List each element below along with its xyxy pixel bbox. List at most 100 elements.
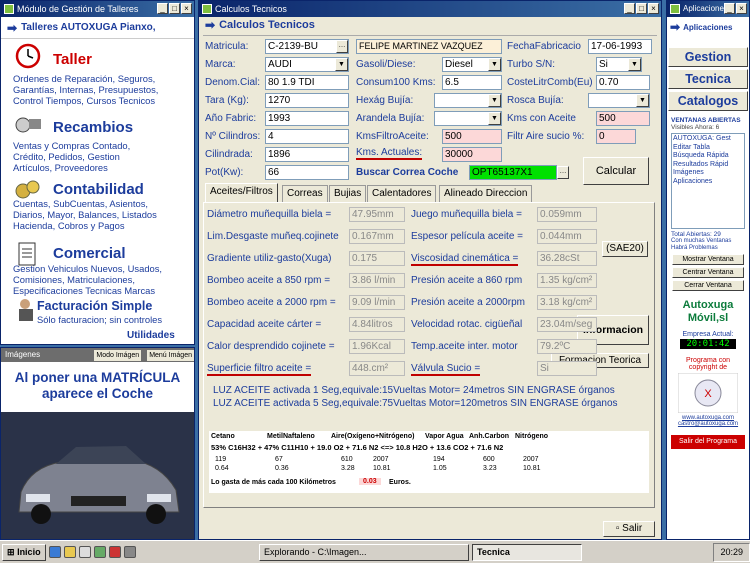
chevron-down-icon[interactable]: ▼ (488, 94, 501, 107)
ie-icon[interactable] (49, 546, 61, 558)
subtitle-text: Calculos Tecnicos (219, 19, 315, 31)
correa-search-field[interactable]: OPT65137X1 (469, 165, 557, 180)
kmsfiltro-field[interactable]: 500 (442, 129, 502, 144)
marca-select[interactable]: AUDI ▼ (265, 57, 349, 72)
arandela-label: Arandela Bujía: (356, 113, 425, 124)
chevron-down-icon[interactable]: ▼ (636, 94, 649, 107)
tab-calentadores[interactable]: Calentadores (367, 185, 437, 202)
kms-actuales-field[interactable]: 30000 (442, 147, 502, 162)
extra-cost-label: Lo gasta de más cada 100 Kilómetros (211, 479, 336, 486)
cilindrada-field[interactable]: 1896 (265, 147, 349, 162)
correa-lookup-button[interactable]: … (557, 166, 569, 179)
utilidades-link[interactable]: Utilidades (127, 330, 175, 341)
chevron-down-icon[interactable]: ▼ (488, 112, 501, 125)
mode-image-button[interactable]: Modo Imágen (94, 349, 142, 361)
images-window: Imágenes Modo Imágen Menú Imágen Al poner … (0, 347, 195, 540)
tab-bujias[interactable]: Bujias (329, 185, 367, 202)
clock-icon (15, 43, 41, 69)
divider (203, 35, 657, 36)
open-window-item[interactable]: Aplicaciones (673, 178, 743, 187)
sae-button[interactable]: (SAE20) (602, 241, 648, 257)
task-tecnica[interactable]: Tecnica (472, 543, 582, 561)
coste-field[interactable]: 0.70 (596, 75, 650, 90)
close-button[interactable]: × (181, 3, 192, 14)
maximize-button[interactable]: □ (169, 3, 180, 14)
minimize-button[interactable]: _ (724, 3, 735, 14)
oil-param-value: 23.04m/seg (537, 317, 597, 332)
desktop-icon[interactable] (79, 546, 91, 558)
open-window-item[interactable]: Búsqueda Rápida (673, 152, 743, 161)
modules-titlebar[interactable]: Módulo de Gestión de Talleres _ □ × (1, 1, 194, 17)
salir-programa-button[interactable]: Salir del Programa (671, 435, 745, 449)
hexag-select[interactable]: ▼ (434, 93, 502, 108)
module-title[interactable]: Recambios (53, 119, 133, 136)
anio-field[interactable]: 1993 (265, 111, 349, 126)
task-explorando[interactable]: Explorando - C:\Imagen... (259, 543, 469, 561)
kmsac-field[interactable]: 500 (596, 111, 650, 126)
chevron-down-icon[interactable]: ▼ (335, 58, 348, 71)
chevron-down-icon[interactable]: ▼ (488, 58, 501, 71)
consum-field[interactable]: 6.5 (442, 75, 502, 90)
gestion-button[interactable]: Gestion (668, 47, 748, 67)
nitrogeno-header: Nitrógeno (515, 433, 549, 440)
filtro-aire-field[interactable]: 0 (596, 129, 636, 144)
potencia-field[interactable]: 66 (265, 165, 349, 180)
anh-carbon-header: Anh.Carbon (469, 433, 510, 440)
minimize-button[interactable]: _ (624, 3, 635, 14)
oil-param-value: 36.28cSt (537, 251, 597, 266)
centrar-ventana-button[interactable]: Centrar Ventana (672, 267, 744, 278)
app-icon[interactable] (94, 546, 106, 558)
oil-param-label: Calor desprendido cojinete = (207, 341, 335, 352)
minimize-button[interactable]: _ (157, 3, 168, 14)
maximize-button[interactable]: □ (636, 3, 647, 14)
oil-param-label: Válvula Sucio = (411, 363, 481, 376)
tecnica-button[interactable]: Tecnica (668, 69, 748, 89)
owner-field[interactable]: FELIPE MARTINEZ VAZQUEZ (356, 39, 502, 54)
cetano-header: Cetano (211, 433, 235, 440)
gasoil-select[interactable]: Diesel ▼ (442, 57, 502, 72)
module-desc: Sólo facturacion; sin controles (37, 314, 163, 325)
module-title[interactable]: Comercial (53, 245, 126, 262)
fecha-field[interactable]: 17-06-1993 (588, 39, 652, 54)
denom-field[interactable]: 80 1.9 TDI (265, 75, 349, 90)
turbo-label: Turbo S/N: (507, 59, 555, 70)
turbo-select[interactable]: Si ▼ (596, 57, 642, 72)
open-window-item[interactable]: AUTOXUGA: Gest (673, 135, 743, 144)
cerrar-ventana-button[interactable]: Cerrar Ventana (672, 280, 744, 291)
open-windows-list[interactable]: AUTOXUGA: Gest Editar Tabla Búsqueda Rápid… (671, 133, 745, 229)
arandela-select[interactable]: ▼ (434, 111, 502, 126)
salir-button[interactable]: ▫ Salir (603, 521, 655, 537)
module-title[interactable]: Facturación Simple (37, 299, 152, 313)
catalogos-button[interactable]: Catalogos (668, 91, 748, 111)
aplicaciones-titlebar[interactable]: Aplicaciones _ × (667, 1, 749, 17)
close-button[interactable]: × (736, 3, 747, 14)
rosca-select[interactable]: ▼ (588, 93, 650, 108)
module-title[interactable]: Taller (53, 51, 92, 68)
ventanas-title: VENTANAS ABIERTAS (671, 117, 741, 124)
open-window-item[interactable]: Resultados Rápid (673, 161, 743, 170)
menu-image-button[interactable]: Menú Imágen (147, 349, 194, 361)
oil-param-label: Diámetro muñequilla biela = (207, 209, 332, 220)
open-window-item[interactable]: Editar Tabla (673, 144, 743, 153)
open-window-item[interactable]: Imágenes (673, 169, 743, 178)
folder-icon[interactable] (64, 546, 76, 558)
close-button[interactable]: × (648, 3, 659, 14)
anio-label: Año Fabric: (205, 113, 257, 124)
tab-alineado[interactable]: Alineado Direccion (439, 185, 533, 202)
matricula-lookup-button[interactable]: … (336, 40, 348, 53)
email-link[interactable]: castro@autoxuga.com (667, 421, 749, 427)
tab-correas[interactable]: Correas (282, 185, 328, 202)
oil-param-label: Superficie filtro aceite = (207, 363, 312, 376)
tool-icon[interactable] (124, 546, 136, 558)
chevron-down-icon[interactable]: ▼ (628, 58, 641, 71)
start-button[interactable]: ⊞ Inicio (2, 543, 46, 561)
mostrar-ventana-button[interactable]: Mostrar Ventana (672, 254, 744, 265)
oil-param-value: 3.86 l/min (349, 273, 405, 288)
tara-field[interactable]: 1270 (265, 93, 349, 108)
main-titlebar[interactable]: Calculos Tecnicos _ □ × (199, 1, 661, 17)
media-icon[interactable] (109, 546, 121, 558)
tab-aceites[interactable]: Aceites/Filtros (205, 183, 278, 202)
calcular-button[interactable]: Calcular (583, 157, 649, 185)
cilindros-field[interactable]: 4 (265, 129, 349, 144)
module-title[interactable]: Contabilidad (53, 181, 144, 198)
